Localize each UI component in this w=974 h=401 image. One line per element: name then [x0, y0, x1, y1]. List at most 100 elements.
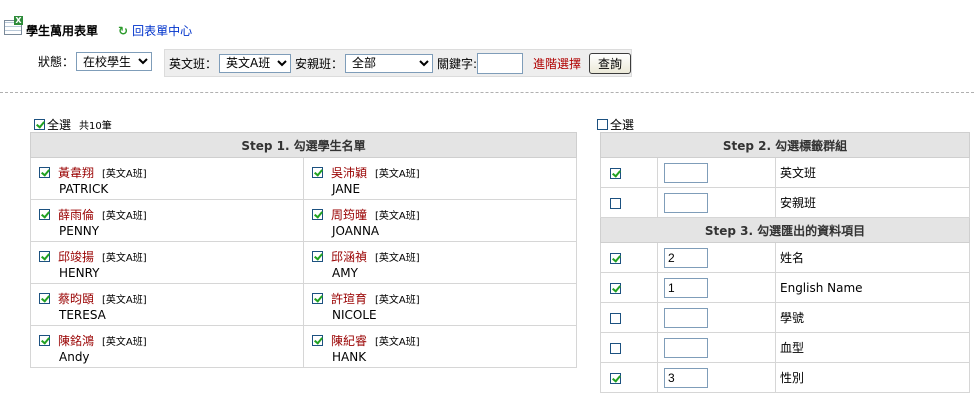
student-class: [英文A班]: [102, 253, 147, 264]
student-class: [英文A班]: [102, 211, 147, 222]
student-class: [英文A班]: [375, 295, 420, 306]
order-input[interactable]: [664, 247, 708, 268]
field-checkbox[interactable]: [610, 312, 621, 324]
student-cell[interactable]: 陳銘鴻 [英文A班] Andy: [30, 325, 304, 368]
student-checkbox[interactable]: [39, 209, 50, 220]
student-name: 邱竣揚: [58, 250, 95, 264]
back-link-label: 回表單中心: [132, 24, 193, 38]
student-name: 陳銘鴻: [58, 334, 95, 348]
keyword-input[interactable]: [476, 52, 523, 74]
step3-title: Step 3. 勾選匯出的資料項目: [600, 217, 970, 243]
student-checkbox[interactable]: [39, 251, 50, 262]
field-label: 學號: [775, 302, 970, 333]
select-all-options-checkbox[interactable]: [597, 119, 608, 130]
student-class: [英文A班]: [102, 169, 147, 180]
order-input[interactable]: [664, 162, 708, 183]
export-options-table: Step 2. 勾選標籤群組 英文班 安親班 Step 3. 勾選匯出的資料項目…: [600, 132, 970, 393]
student-cell[interactable]: 周筠曈 [英文A班] JOANNA: [303, 199, 577, 242]
field-checkbox[interactable]: [610, 282, 621, 294]
table-row: 學號: [600, 302, 970, 333]
order-input[interactable]: [664, 307, 708, 328]
status-label: 狀態：: [38, 55, 75, 69]
select-all-label: 全選: [47, 118, 72, 132]
query-button[interactable]: 查詢: [588, 52, 631, 74]
student-english-name: TERESA: [59, 308, 106, 322]
student-checkbox[interactable]: [39, 293, 50, 304]
student-cell[interactable]: 邱竣揚 [英文A班] HENRY: [30, 241, 304, 284]
order-input[interactable]: [664, 277, 708, 298]
student-english-name: PENNY: [59, 224, 100, 238]
student-class: [英文A班]: [102, 295, 147, 306]
group-checkbox[interactable]: [610, 167, 621, 179]
student-english-name: HENRY: [59, 266, 100, 280]
keyword-label: 關鍵字:: [436, 56, 477, 71]
student-english-name: JANE: [332, 182, 361, 196]
student-class: [英文A班]: [375, 169, 420, 180]
student-name: 邱涵禎: [331, 250, 368, 264]
student-class: [英文A班]: [375, 253, 420, 264]
student-cell[interactable]: 黃韋翔 [英文A班] PATRICK: [30, 157, 304, 200]
section-divider: [0, 92, 974, 93]
student-checkbox[interactable]: [312, 167, 323, 178]
student-english-name: JOANNA: [332, 224, 380, 238]
field-checkbox[interactable]: [610, 372, 621, 384]
advanced-select-link[interactable]: 進階選擇: [533, 55, 581, 72]
student-cell[interactable]: 許瑄育 [英文A班] NICOLE: [303, 283, 577, 326]
record-count: 共10筆: [79, 121, 112, 132]
student-name: 蔡昀頤: [58, 292, 95, 306]
student-class: [英文A班]: [102, 337, 147, 348]
table-row: 性別: [600, 362, 970, 393]
options-select-all[interactable]: 全選: [597, 116, 634, 133]
english-class-label: 英文班：: [169, 56, 218, 71]
student-name: 許瑄育: [331, 292, 368, 306]
student-english-name: PATRICK: [59, 182, 109, 196]
field-checkbox[interactable]: [610, 342, 621, 354]
student-english-name: AMY: [332, 266, 358, 280]
search-toolbar: 英文班： 英文A班 安親班： 全部 關鍵字: 進階選擇 查詢: [164, 49, 632, 77]
student-checkbox[interactable]: [312, 335, 323, 346]
student-class: [英文A班]: [375, 337, 420, 348]
student-english-name: Andy: [59, 350, 90, 364]
students-select-all[interactable]: 全選 共10筆: [34, 116, 112, 133]
student-name: 吳沛穎: [331, 166, 368, 180]
student-class: [英文A班]: [375, 211, 420, 222]
table-row: English Name: [600, 272, 970, 303]
table-row: 英文班: [600, 157, 970, 188]
student-checkbox[interactable]: [39, 167, 50, 178]
status-filter: 狀態： 在校學生: [38, 52, 153, 71]
status-select[interactable]: 在校學生: [76, 52, 153, 71]
group-label: 安親班: [775, 187, 970, 218]
student-name: 黃韋翔: [58, 166, 95, 180]
field-checkbox[interactable]: [610, 252, 621, 264]
student-cell[interactable]: 邱涵禎 [英文A班] AMY: [303, 241, 577, 284]
student-checkbox[interactable]: [312, 293, 323, 304]
student-english-name: NICOLE: [332, 308, 377, 322]
student-table: Step 1. 勾選學生名單 黃韋翔 [英文A班] PATRICK 吳沛穎 [英文A班…: [30, 132, 577, 368]
student-cell[interactable]: 陳紀睿 [英文A班] HANK: [303, 325, 577, 368]
student-cell[interactable]: 吳沛穎 [英文A班] JANE: [303, 157, 577, 200]
student-checkbox[interactable]: [312, 209, 323, 220]
student-checkbox[interactable]: [312, 251, 323, 262]
student-checkbox[interactable]: [39, 335, 50, 346]
student-english-name: HANK: [332, 350, 367, 364]
student-cell[interactable]: 薛雨倫 [英文A班] PENNY: [30, 199, 304, 242]
field-label: 姓名: [775, 242, 970, 273]
back-to-form-center-link[interactable]: ↻ 回表單中心: [118, 22, 192, 39]
step1-title: Step 1. 勾選學生名單: [30, 132, 577, 158]
page-title-group: X 學生萬用表單: [4, 10, 98, 39]
page-title: 學生萬用表單: [26, 24, 99, 38]
field-label: 血型: [775, 332, 970, 363]
order-input[interactable]: [664, 367, 708, 388]
student-cell[interactable]: 蔡昀頤 [英文A班] TERESA: [30, 283, 304, 326]
table-row: 血型: [600, 332, 970, 363]
spreadsheet-icon: X: [4, 15, 24, 35]
parent-class-select[interactable]: 全部: [344, 53, 433, 73]
student-name: 薛雨倫: [58, 208, 95, 222]
order-input[interactable]: [664, 192, 708, 213]
group-checkbox[interactable]: [610, 197, 621, 209]
english-class-select[interactable]: 英文A班: [219, 53, 291, 73]
field-label: 性別: [775, 362, 970, 393]
order-input[interactable]: [664, 337, 708, 358]
select-all-students-checkbox[interactable]: [34, 119, 45, 130]
student-name: 陳紀睿: [331, 334, 368, 348]
